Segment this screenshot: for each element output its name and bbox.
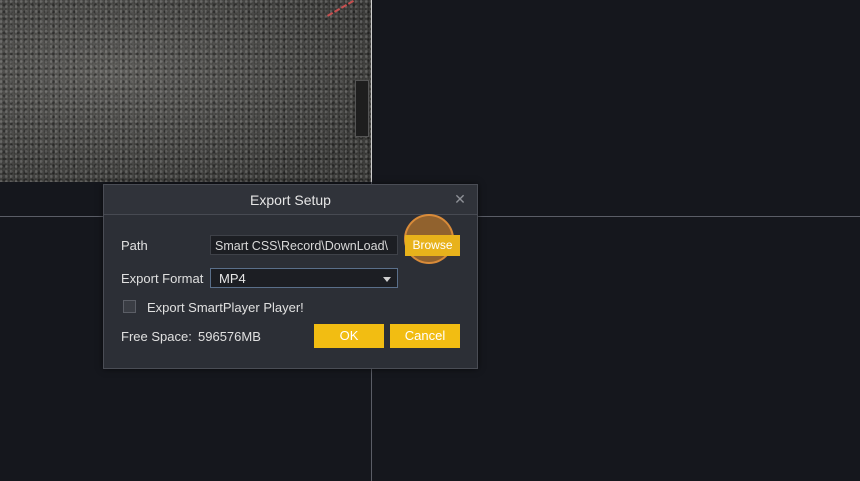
path-input[interactable]: Smart CSS\Record\DownLoad\ xyxy=(210,235,398,255)
dialog-header: Export Setup ✕ xyxy=(104,185,477,215)
free-space-label: Free Space: xyxy=(121,329,192,344)
free-space-value: 596576MB xyxy=(198,329,261,344)
browse-button[interactable]: Browse xyxy=(405,235,460,256)
video-object xyxy=(355,80,369,137)
dialog-title: Export Setup xyxy=(250,192,331,208)
export-format-select[interactable]: MP4 xyxy=(210,268,398,288)
video-preview xyxy=(0,0,372,182)
video-marking xyxy=(327,0,364,35)
export-player-checkbox[interactable] xyxy=(123,300,136,313)
chevron-down-icon xyxy=(383,277,391,282)
export-setup-dialog: Export Setup ✕ Path Smart CSS\Record\Dow… xyxy=(103,184,478,369)
cancel-button[interactable]: Cancel xyxy=(390,324,460,348)
path-value: Smart CSS\Record\DownLoad\ xyxy=(215,239,388,253)
export-format-label: Export Format xyxy=(121,271,204,286)
export-player-label: Export SmartPlayer Player! xyxy=(147,300,304,315)
export-format-value: MP4 xyxy=(219,271,246,286)
ok-button[interactable]: OK xyxy=(314,324,384,348)
path-label: Path xyxy=(121,238,148,253)
close-icon[interactable]: ✕ xyxy=(452,191,468,207)
